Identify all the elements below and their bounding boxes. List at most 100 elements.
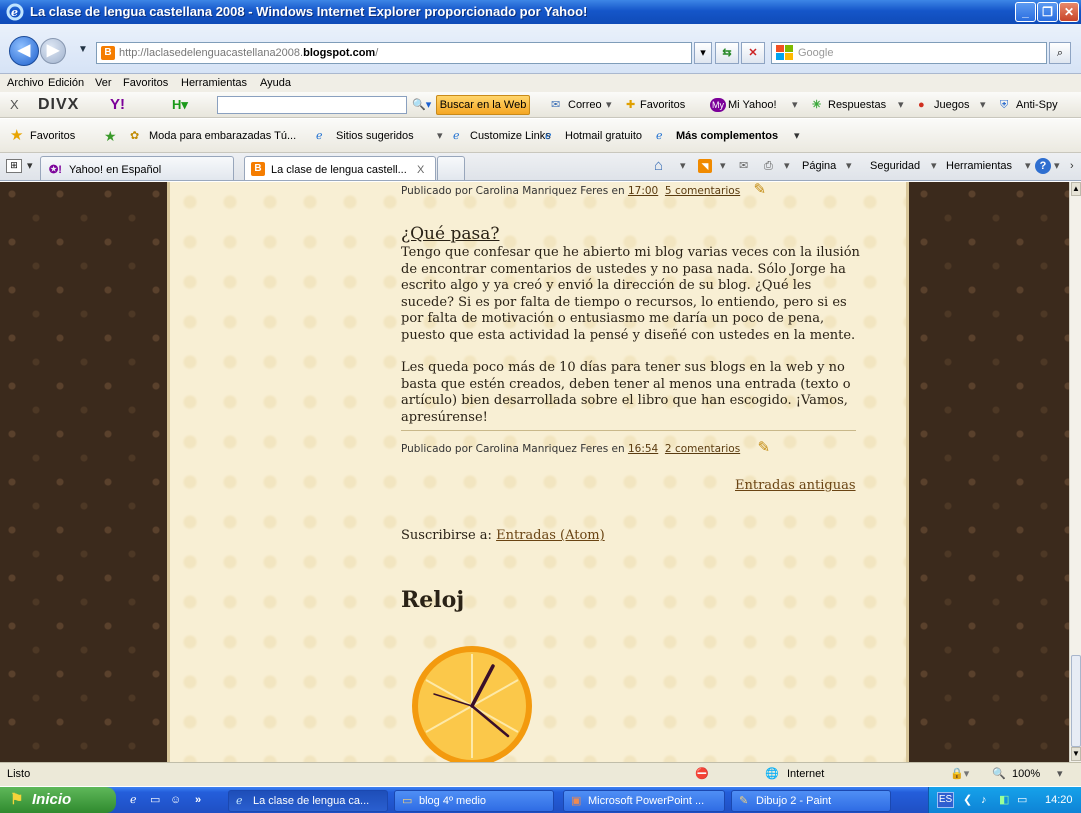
stop-button[interactable]: ✕ — [741, 42, 765, 64]
add-favorite-icon[interactable]: ★ — [104, 119, 117, 153]
tray-back-icon[interactable]: ❮ — [963, 787, 972, 813]
vertical-scrollbar[interactable]: ▲ ▼ — [1069, 182, 1081, 762]
display-icon[interactable]: ▭ — [1017, 787, 1027, 813]
post-comments-link[interactable]: 2 comentarios — [665, 443, 740, 455]
scroll-up-button[interactable]: ▲ — [1071, 182, 1081, 196]
juegos-button[interactable]: Juegos — [934, 92, 969, 118]
taskbar-item-ie[interactable]: ℯ La clase de lengua ca... — [228, 790, 388, 812]
chevron-down-icon[interactable]: ▾ — [980, 92, 986, 118]
post-time-link[interactable]: 16:54 — [628, 443, 658, 455]
tab-blog[interactable]: B La clase de lengua castell... X — [244, 156, 436, 180]
older-posts-link[interactable]: Entradas antiguas — [735, 478, 856, 495]
quick-launch-more-icon[interactable]: » — [195, 787, 201, 813]
previous-post-footer: Publicado por Carolina Manriquez Feres e… — [401, 182, 766, 198]
post-title[interactable]: ¿Qué pasa? — [401, 224, 499, 244]
subscribe-atom-link[interactable]: Entradas (Atom) — [496, 528, 605, 543]
pagina-menu[interactable]: Página — [802, 153, 836, 179]
forward-button[interactable]: ▶ — [40, 38, 66, 64]
close-button[interactable]: ✕ — [1059, 2, 1079, 22]
volume-icon[interactable]: ♪ — [981, 787, 987, 813]
help-icon[interactable]: ? — [1035, 158, 1051, 174]
history-dropdown-icon[interactable]: ▼ — [78, 44, 88, 55]
yahoo-search-input[interactable] — [217, 96, 407, 114]
scroll-thumb[interactable] — [1071, 655, 1081, 747]
respuestas-button[interactable]: Respuestas — [828, 92, 886, 118]
network-icon[interactable]: ◧ — [999, 787, 1009, 813]
menu-ayuda[interactable]: Ayuda — [260, 74, 291, 92]
chevron-down-icon[interactable]: ▾ — [1025, 153, 1031, 179]
menu-archivo[interactable]: Archivo — [7, 74, 44, 92]
fav-link-sitios[interactable]: Sitios sugeridos — [336, 119, 414, 153]
chevron-down-icon[interactable]: ▾ — [1057, 763, 1063, 785]
address-dropdown-button[interactable]: ▾ — [694, 42, 712, 64]
chevron-down-icon[interactable]: ▾ — [720, 153, 726, 179]
quick-launch-messenger-icon[interactable]: ☺ — [170, 787, 181, 813]
refresh-button[interactable]: ⇆ — [715, 42, 739, 64]
read-mail-icon[interactable]: ✉ — [739, 153, 748, 179]
tab-list-dropdown-icon[interactable]: ▾ — [27, 153, 33, 179]
quick-launch-desktop-icon[interactable]: ▭ — [150, 787, 160, 813]
taskbar-item-powerpoint[interactable]: ▣ Microsoft PowerPoint ... — [563, 790, 725, 812]
mail-icon[interactable]: ✉ — [551, 92, 560, 118]
magnifier-icon[interactable]: 🔍▾ — [412, 92, 431, 118]
zoom-level[interactable]: 100% — [1012, 763, 1040, 785]
print-icon[interactable]: ⎙ — [764, 153, 773, 179]
chevron-down-icon[interactable]: ▾ — [606, 92, 612, 118]
fav-link-hotmail[interactable]: Hotmail gratuito — [565, 119, 642, 153]
home-icon[interactable]: ⌂ — [654, 153, 663, 179]
menu-herramientas[interactable]: Herramientas — [181, 74, 247, 92]
chevron-down-icon[interactable]: ▾ — [1054, 153, 1060, 179]
back-button[interactable]: ◀ — [9, 36, 39, 66]
divx-logo[interactable]: DIVX — [38, 92, 79, 118]
start-button[interactable]: ⚑ Inicio — [0, 787, 116, 813]
correo-button[interactable]: Correo — [568, 92, 602, 118]
chevron-down-icon[interactable]: ▾ — [792, 92, 798, 118]
taskbar-item-paint[interactable]: ✎ Dibujo 2 - Paint — [731, 790, 891, 812]
favorites-button[interactable]: Favoritos — [30, 119, 75, 153]
seguridad-menu[interactable]: Seguridad — [870, 153, 920, 179]
address-bar[interactable]: B http://laclasedelenguacastellana2008.b… — [96, 42, 692, 64]
fav-link-moda[interactable]: Moda para embarazadas Tú... — [149, 119, 296, 153]
quick-launch-ie-icon[interactable]: ℯ — [130, 787, 137, 813]
quick-tabs-icon[interactable]: ⊞ — [6, 159, 22, 173]
chevron-down-icon[interactable]: ▾ — [680, 153, 686, 179]
edit-pencil-icon[interactable]: ✎ — [758, 438, 771, 456]
chevron-down-icon[interactable]: ▾ — [437, 119, 443, 153]
popup-blocker-icon[interactable]: ⛔ — [695, 763, 709, 785]
yahoo-logo-icon[interactable]: Y! — [110, 92, 125, 118]
more-commands-icon[interactable]: › — [1070, 153, 1074, 179]
maximize-button[interactable]: ❐ — [1037, 2, 1058, 22]
minimize-button[interactable]: _ — [1015, 2, 1036, 22]
search-icon[interactable]: ⌕ — [1049, 42, 1071, 64]
yahoo-bookmarks-icon[interactable]: H▾ — [172, 92, 188, 118]
protected-mode-icon[interactable]: 🔒▾ — [950, 763, 969, 785]
herramientas-menu[interactable]: Herramientas — [946, 153, 1012, 179]
toolbar-close-button[interactable]: X — [10, 92, 19, 118]
new-tab-button[interactable] — [437, 156, 465, 180]
chevron-down-icon[interactable]: ▾ — [931, 153, 937, 179]
chevron-down-icon[interactable]: ▾ — [794, 119, 800, 153]
scroll-down-button[interactable]: ▼ — [1071, 747, 1081, 761]
menu-favoritos[interactable]: Favoritos — [123, 74, 168, 92]
taskbar-item-folder[interactable]: ▭ blog 4º medio — [394, 790, 554, 812]
chevron-down-icon[interactable]: ▾ — [898, 92, 904, 118]
fav-link-complementos[interactable]: Más complementos — [676, 119, 778, 153]
chevron-down-icon[interactable]: ▾ — [784, 153, 790, 179]
yahoo-search-button[interactable]: Buscar en la Web — [436, 95, 530, 115]
rss-feed-icon[interactable]: ◥ — [698, 159, 712, 173]
chevron-down-icon[interactable]: ▾ — [846, 153, 852, 179]
games-icon: ● — [918, 99, 925, 111]
previous-post-comments-link[interactable]: 5 comentarios — [665, 185, 740, 197]
fav-link-customize[interactable]: Customize Links — [470, 119, 551, 153]
tab-close-button[interactable]: X — [417, 157, 424, 183]
anti-spy-button[interactable]: Anti-Spy — [1016, 92, 1058, 118]
tab-yahoo[interactable]: ✪! Yahoo! en Español — [40, 156, 234, 180]
menu-edicion[interactable]: Edición — [48, 74, 84, 92]
language-indicator[interactable]: ES — [937, 792, 954, 808]
menu-ver[interactable]: Ver — [95, 74, 112, 92]
edit-pencil-icon[interactable]: ✎ — [754, 182, 767, 198]
previous-post-time-link[interactable]: 17:00 — [628, 185, 658, 197]
mi-yahoo-button[interactable]: Mi Yahoo! — [728, 92, 777, 118]
search-input[interactable]: Google — [771, 42, 1047, 64]
yahoo-favoritos-button[interactable]: Favoritos — [640, 92, 685, 118]
